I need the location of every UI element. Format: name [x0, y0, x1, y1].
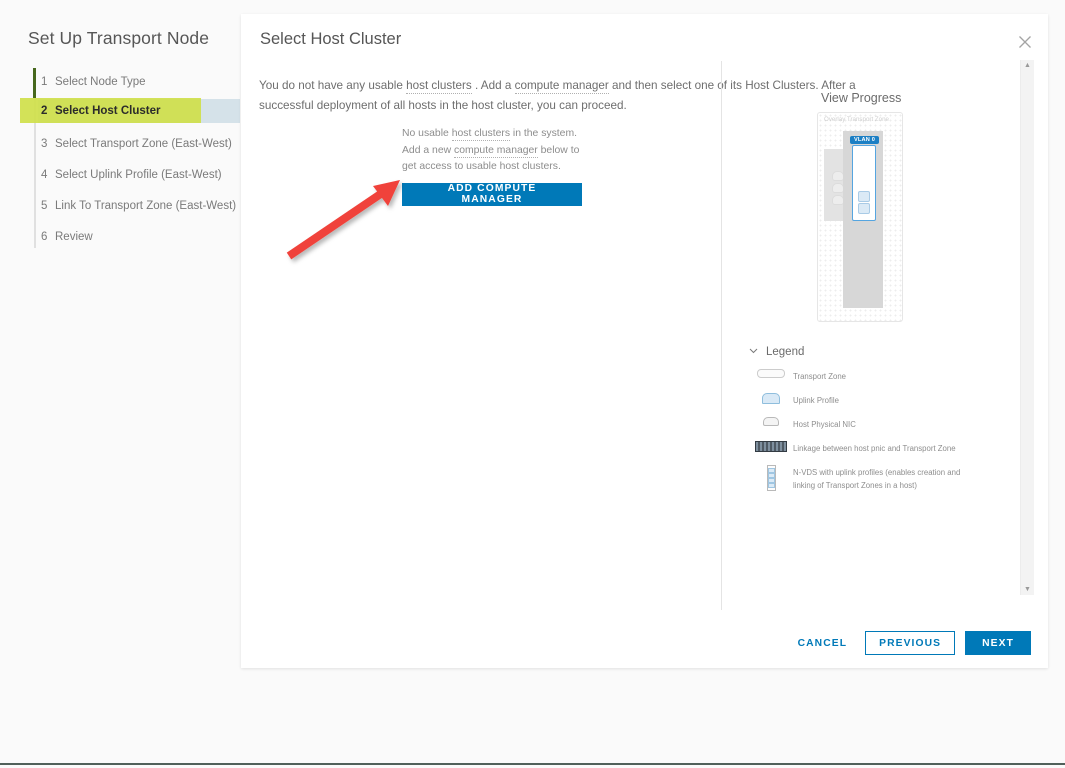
- legend-label: Transport Zone: [793, 367, 846, 383]
- step-number: 1: [41, 76, 55, 88]
- legend-label: Host Physical NIC: [793, 415, 856, 431]
- step-label: Select Host Cluster: [55, 105, 160, 117]
- wizard-footer: CANCEL PREVIOUS NEXT: [790, 631, 1031, 655]
- vlan-chip: VLAN 0: [850, 136, 879, 144]
- next-button[interactable]: NEXT: [965, 631, 1031, 655]
- legend-label: Linkage between host pnic and Transport …: [793, 439, 956, 455]
- step-number: 2: [41, 105, 55, 117]
- uplink-profile-icon: [749, 391, 793, 404]
- legend-item-host-physical-nic: Host Physical NIC: [749, 415, 1031, 437]
- diagram-zone-label: Overlay Transport Zone: [824, 116, 889, 123]
- legend-item-linkage: Linkage between host pnic and Transport …: [749, 439, 1031, 461]
- wizard-step-list: 1 Select Node Type 2 Select Host Cluster…: [0, 66, 241, 252]
- host-physical-nic-icon: [749, 415, 793, 426]
- transport-node-diagram: Overlay Transport Zone VLAN 0: [817, 112, 903, 322]
- add-compute-manager-button[interactable]: ADD COMPUTE MANAGER: [402, 183, 582, 206]
- page-bottom-rule: [0, 763, 1065, 765]
- step-number: 6: [41, 231, 55, 243]
- cancel-button[interactable]: CANCEL: [790, 631, 856, 655]
- step-label: Select Uplink Profile (East-West): [55, 169, 222, 181]
- legend-items: Transport Zone Uplink Profile Host Physi…: [749, 367, 1031, 492]
- intro-part-1: You do not have any usable: [259, 79, 406, 92]
- sidebar-item-select-host-cluster-label[interactable]: 2 Select Host Cluster: [0, 98, 241, 123]
- nvds-pnic-icon: [858, 191, 870, 202]
- legend-item-uplink-profile: Uplink Profile: [749, 391, 1031, 413]
- empty-line2-a: a new: [423, 145, 454, 156]
- nvds-pnic-icon: [858, 203, 870, 214]
- empty-line1-a: No usable: [402, 128, 452, 139]
- empty-line3: access to usable host clusters.: [419, 161, 561, 172]
- step-number: 3: [41, 138, 55, 150]
- transport-node-wizard: Set Up Transport Node 1 Select Node Type…: [0, 0, 1065, 768]
- legend-header[interactable]: Legend: [749, 346, 1031, 358]
- content-scrollbar[interactable]: ▲ ▼: [1020, 60, 1034, 595]
- step-label: Select Transport Zone (East-West): [55, 138, 232, 150]
- host-clusters-link[interactable]: host clusters: [406, 79, 472, 94]
- chevron-down-icon: [749, 346, 758, 358]
- sidebar-item-select-node-type[interactable]: 1 Select Node Type: [0, 66, 241, 97]
- legend: Legend Transport Zone Uplink Profile Hos…: [749, 346, 1031, 494]
- legend-item-transport-zone: Transport Zone: [749, 367, 1031, 389]
- legend-label: Uplink Profile: [793, 391, 839, 407]
- step-label: Select Node Type: [55, 76, 146, 88]
- content-title: Select Host Cluster: [260, 30, 401, 49]
- scroll-up-icon[interactable]: ▲: [1021, 60, 1034, 71]
- step-number: 4: [41, 169, 55, 181]
- step-number: 5: [41, 200, 55, 212]
- empty-compute-manager-link[interactable]: compute manager: [454, 145, 538, 158]
- panel-divider: [721, 61, 722, 610]
- nvds-icon: [749, 463, 793, 491]
- page-title: Set Up Transport Node: [28, 28, 209, 49]
- sidebar-item-select-transport-zone[interactable]: 3 Select Transport Zone (East-West): [0, 128, 241, 159]
- sidebar-item-select-uplink-profile[interactable]: 4 Select Uplink Profile (East-West): [0, 159, 241, 190]
- wizard-content-card: Select Host Cluster You do not have any …: [241, 14, 1048, 668]
- scroll-down-icon[interactable]: ▼: [1021, 584, 1034, 595]
- sidebar-item-review[interactable]: 6 Review: [0, 221, 241, 252]
- previous-button[interactable]: PREVIOUS: [865, 631, 955, 655]
- legend-label: N-VDS with uplink profiles (enables crea…: [793, 463, 983, 492]
- legend-title: Legend: [766, 346, 804, 358]
- view-progress-pane: View Progress Overlay Transport Zone VLA…: [741, 61, 1031, 610]
- intro-part-2: . Add a: [472, 79, 515, 92]
- empty-state-text: No usable host clusters in the system. A…: [402, 126, 582, 176]
- close-icon[interactable]: [1014, 31, 1036, 53]
- legend-item-nvds: N-VDS with uplink profiles (enables crea…: [749, 463, 1031, 492]
- step-label: Review: [55, 231, 93, 243]
- view-progress-title: View Progress: [821, 91, 901, 105]
- empty-host-clusters-link[interactable]: host clusters: [452, 128, 510, 141]
- transport-zone-icon: [749, 367, 793, 378]
- step-label: Link To Transport Zone (East-West): [55, 200, 236, 212]
- empty-state-block: No usable host clusters in the system. A…: [402, 126, 582, 206]
- linkage-icon: [749, 439, 793, 452]
- sidebar-item-link-to-transport-zone[interactable]: 5 Link To Transport Zone (East-West): [0, 190, 241, 221]
- compute-manager-link[interactable]: compute manager: [515, 79, 609, 94]
